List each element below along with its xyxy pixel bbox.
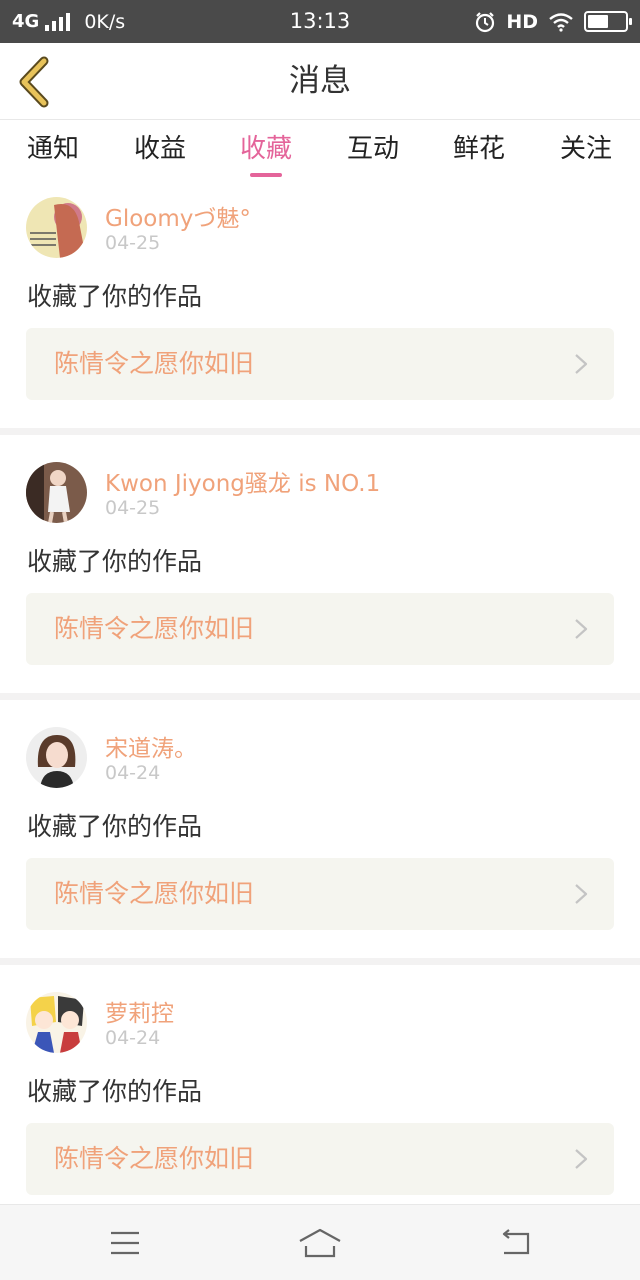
tab-2[interactable]: 收益 [107, 121, 213, 181]
username[interactable]: Gloomyづ魅° [105, 199, 251, 233]
message-card: Gloomyづ魅° 04-25 收藏了你的作品陈情令之愿你如旧 [0, 181, 640, 428]
work-title: 陈情令之愿你如旧 [54, 879, 255, 908]
message-date: 04-24 [105, 1027, 161, 1049]
work-title: 陈情令之愿你如旧 [54, 614, 255, 643]
page-title: 消息 [289, 63, 351, 99]
username[interactable]: Kwon Jiyong骚龙 is NO.1 [105, 464, 380, 498]
tab-3[interactable]: 收藏 [213, 121, 319, 181]
user-avatar[interactable] [26, 727, 87, 788]
chevron-right-icon [575, 619, 588, 639]
chevron-right-icon [575, 1149, 588, 1169]
chevron-right-icon [575, 884, 588, 904]
status-right: HD [474, 0, 632, 43]
message-date: 04-25 [105, 497, 161, 519]
user-avatar[interactable] [26, 462, 87, 523]
chevron-right-icon [575, 354, 588, 374]
message-date: 04-24 [105, 762, 161, 784]
menu-button[interactable] [65, 1205, 185, 1280]
home-button[interactable] [260, 1205, 380, 1280]
tab-bar: 通知 收益 收藏 互动 鲜花 关注 [0, 121, 640, 181]
tab-6[interactable]: 关注 [533, 121, 639, 181]
user-avatar[interactable] [26, 197, 87, 258]
message-action: 收藏了你的作品 [27, 547, 203, 576]
username[interactable]: 宋道涛。 [105, 729, 197, 763]
message-card: Kwon Jiyong骚龙 is NO.1 04-25 收藏了你的作品陈情令之愿你如… [0, 446, 640, 693]
hd-badge: HD [506, 10, 538, 33]
work-title: 陈情令之愿你如旧 [54, 1144, 255, 1173]
message-date: 04-25 [105, 232, 161, 254]
work-link[interactable]: 陈情令之愿你如旧 [26, 1123, 614, 1195]
work-title: 陈情令之愿你如旧 [54, 349, 255, 378]
message-action: 收藏了你的作品 [27, 1077, 203, 1106]
tab-5[interactable]: 鲜花 [426, 121, 532, 181]
back-icon [502, 1229, 530, 1255]
alarm-icon [476, 11, 495, 32]
tab-4[interactable]: 互动 [320, 121, 426, 181]
menu-icon [111, 1231, 139, 1255]
wifi-icon [549, 12, 573, 32]
work-link[interactable]: 陈情令之愿你如旧 [26, 858, 614, 930]
system-nav-bar [0, 1204, 640, 1280]
message-card: 萝莉控 04-24 收藏了你的作品陈情令之愿你如旧 [0, 976, 640, 1223]
message-action: 收藏了你的作品 [27, 812, 203, 841]
user-avatar[interactable] [26, 992, 87, 1053]
back-nav-button[interactable] [455, 1205, 575, 1280]
message-card: 宋道涛。 04-24 收藏了你的作品陈情令之愿你如旧 [0, 711, 640, 958]
status-bar: 4G 0K/s 13:13 HD [0, 0, 640, 43]
header: 消息 [0, 43, 640, 120]
message-action: 收藏了你的作品 [27, 282, 203, 311]
username[interactable]: 萝莉控 [105, 994, 174, 1028]
tab-1[interactable]: 通知 [0, 121, 106, 181]
battery-icon [584, 11, 632, 32]
work-link[interactable]: 陈情令之愿你如旧 [26, 593, 614, 665]
work-link[interactable]: 陈情令之愿你如旧 [26, 328, 614, 400]
home-icon [299, 1228, 341, 1258]
battery-level [588, 15, 608, 28]
